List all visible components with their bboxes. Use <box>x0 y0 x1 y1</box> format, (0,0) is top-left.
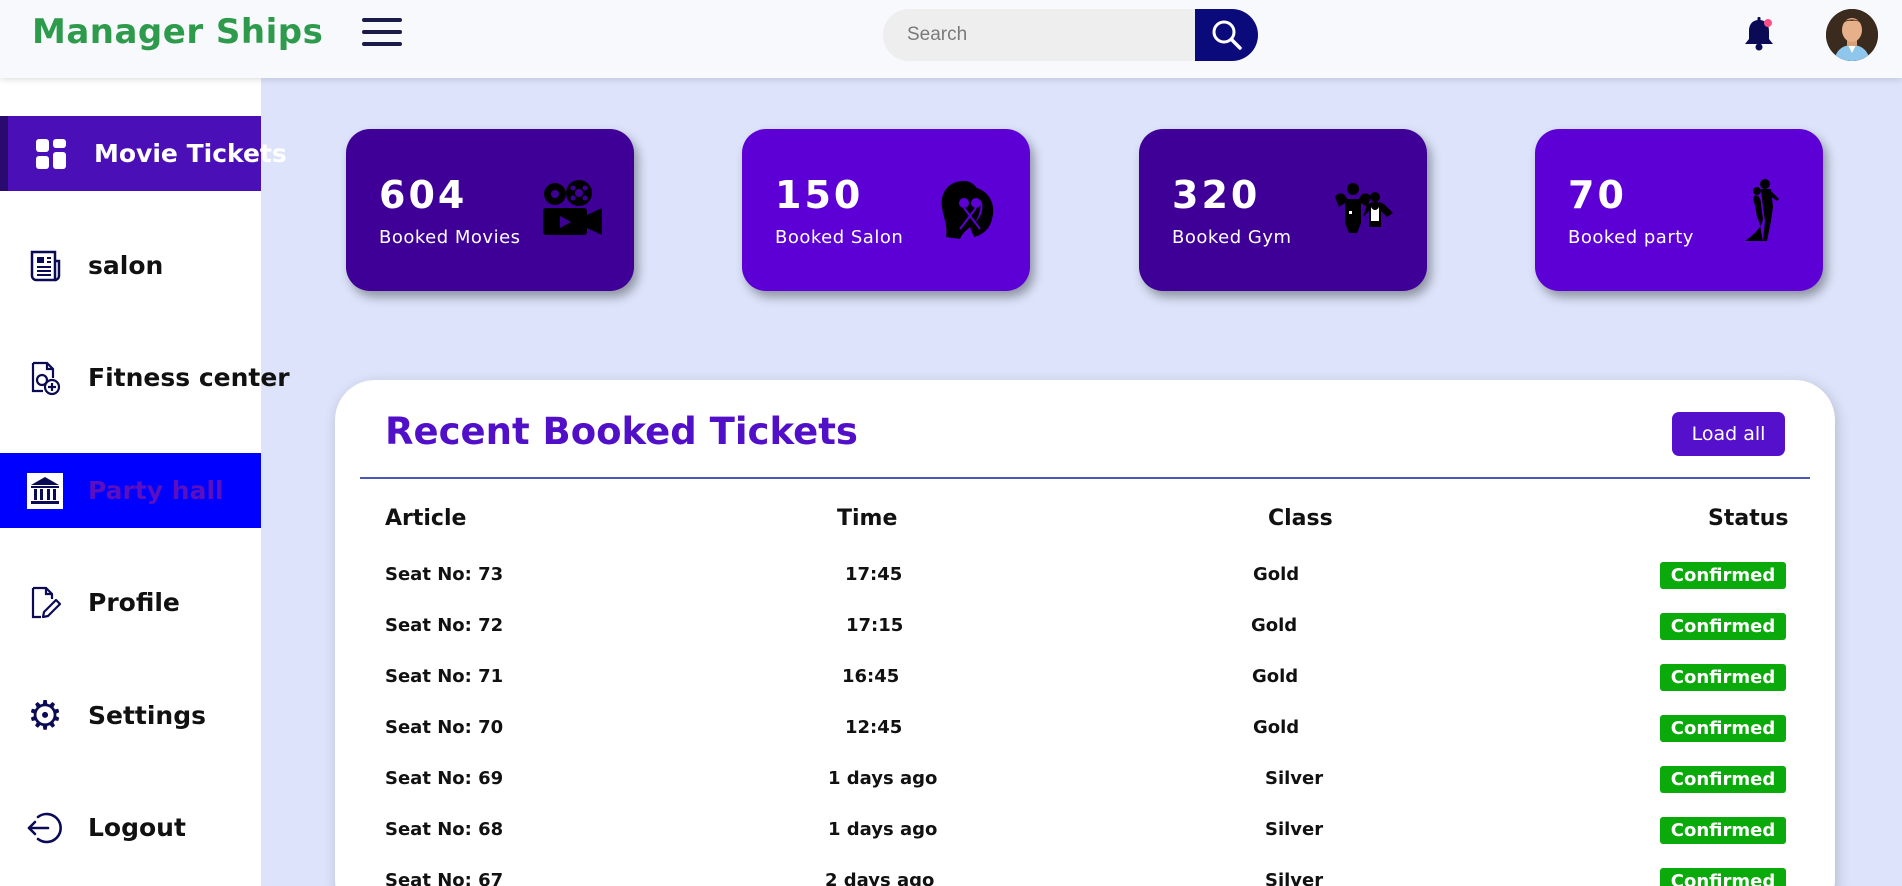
stat-caption: Booked party <box>1568 227 1694 248</box>
column-header-class: Class <box>1268 506 1333 531</box>
edit-document-icon <box>26 584 64 622</box>
notification-bell-icon[interactable] <box>1742 16 1776 52</box>
status-badge: Confirmed <box>1660 613 1786 640</box>
stat-card-party[interactable]: 70 Booked party <box>1535 129 1823 291</box>
sidebar-item-label: Profile <box>88 588 180 617</box>
column-header-time: Time <box>837 506 898 531</box>
dashboard-icon <box>32 135 70 173</box>
table-row[interactable]: Seat No: 71 16:45 Gold Confirmed <box>335 662 1835 713</box>
search-button[interactable] <box>1195 9 1258 61</box>
cell-class: Silver <box>1265 768 1324 789</box>
logout-icon <box>26 809 64 847</box>
dancing-couple-icon <box>1745 179 1779 241</box>
cell-time: 12:45 <box>845 717 903 738</box>
sidebar-item-label: Settings <box>88 701 207 730</box>
top-header: Manager Ships <box>0 0 1902 78</box>
recent-tickets-panel: Recent Booked Tickets Load all Article T… <box>335 380 1835 886</box>
stat-caption: Booked Gym <box>1172 227 1292 248</box>
search-icon <box>1212 20 1242 50</box>
document-plus-icon <box>26 359 64 397</box>
table-row[interactable]: Seat No: 68 1 days ago Silver Confirmed <box>335 815 1835 866</box>
cell-time: 16:45 <box>842 666 900 687</box>
status-badge: Confirmed <box>1660 868 1786 886</box>
cell-article: Seat No: 72 <box>385 615 504 636</box>
cell-article: Seat No: 68 <box>385 819 504 840</box>
search-bar <box>883 9 1258 61</box>
sidebar-item-movie-tickets[interactable]: Movie Tickets <box>0 116 287 191</box>
load-all-button[interactable]: Load all <box>1672 412 1785 456</box>
cell-article: Seat No: 67 <box>385 870 504 886</box>
status-badge: Confirmed <box>1660 562 1786 589</box>
bank-building-icon <box>26 472 64 510</box>
cell-time: 17:15 <box>846 615 904 636</box>
cell-time: 1 days ago <box>828 768 938 789</box>
stat-caption: Booked Movies <box>379 227 521 248</box>
gym-bodybuilder-icon <box>1335 183 1393 233</box>
sidebar-item-label: salon <box>88 251 164 280</box>
cell-time: 2 days ago <box>825 870 935 886</box>
salon-scissors-icon <box>941 181 994 239</box>
search-input[interactable] <box>883 9 1203 61</box>
sidebar-item-label: Logout <box>88 813 186 842</box>
cell-article: Seat No: 71 <box>385 666 504 687</box>
column-header-article: Article <box>385 506 467 531</box>
movie-camera-icon <box>543 180 602 235</box>
stat-card-movies[interactable]: 604 Booked Movies <box>346 129 634 291</box>
sidebar-item-label: Movie Tickets <box>94 139 287 168</box>
gear-icon: ⚙ <box>27 692 63 739</box>
user-avatar[interactable] <box>1826 9 1878 61</box>
sidebar-item-fitness-center[interactable]: Fitness center <box>0 340 290 415</box>
panel-title: Recent Booked Tickets <box>385 410 858 453</box>
cell-class: Gold <box>1251 615 1298 636</box>
sidebar-item-settings[interactable]: ⚙ Settings <box>0 678 261 753</box>
cell-time: 1 days ago <box>828 819 938 840</box>
stat-card-gym[interactable]: 320 Booked Gym <box>1139 129 1427 291</box>
cell-time: 17:45 <box>845 564 903 585</box>
sidebar-item-label: Fitness center <box>88 363 290 392</box>
newspaper-icon <box>26 247 64 285</box>
sidebar-item-salon[interactable]: salon <box>0 228 261 303</box>
status-badge: Confirmed <box>1660 766 1786 793</box>
stat-value: 70 <box>1568 173 1627 217</box>
stat-caption: Booked Salon <box>775 227 904 248</box>
cell-class: Gold <box>1253 717 1300 738</box>
table-row[interactable]: Seat No: 69 1 days ago Silver Confirmed <box>335 764 1835 815</box>
sidebar-item-party-hall[interactable]: Party hall <box>0 453 261 528</box>
table-row[interactable]: Seat No: 67 2 days ago Silver Confirmed <box>335 866 1835 886</box>
cell-article: Seat No: 73 <box>385 564 504 585</box>
sidebar: Movie Tickets salon Fitness center Party… <box>0 78 290 886</box>
status-badge: Confirmed <box>1660 817 1786 844</box>
sidebar-item-profile[interactable]: Profile <box>0 565 261 640</box>
cell-class: Silver <box>1265 870 1324 886</box>
cell-class: Silver <box>1265 819 1324 840</box>
table-row[interactable]: Seat No: 73 17:45 Gold Confirmed <box>335 560 1835 611</box>
hamburger-menu-icon[interactable] <box>362 18 402 52</box>
table-row[interactable]: Seat No: 72 17:15 Gold Confirmed <box>335 611 1835 662</box>
cell-class: Gold <box>1253 564 1300 585</box>
stat-value: 320 <box>1172 173 1261 217</box>
status-badge: Confirmed <box>1660 664 1786 691</box>
stat-value: 604 <box>379 173 468 217</box>
sidebar-item-label: Party hall <box>88 476 224 505</box>
divider <box>360 477 1810 479</box>
cell-article: Seat No: 70 <box>385 717 504 738</box>
brand-logo-text[interactable]: Manager Ships <box>32 12 323 52</box>
stat-card-salon[interactable]: 150 Booked Salon <box>742 129 1030 291</box>
cell-class: Gold <box>1252 666 1299 687</box>
stat-value: 150 <box>775 173 864 217</box>
column-header-status: Status <box>1708 506 1789 531</box>
table-row[interactable]: Seat No: 70 12:45 Gold Confirmed <box>335 713 1835 764</box>
sidebar-item-logout[interactable]: Logout <box>0 790 261 865</box>
status-badge: Confirmed <box>1660 715 1786 742</box>
cell-article: Seat No: 69 <box>385 768 504 789</box>
